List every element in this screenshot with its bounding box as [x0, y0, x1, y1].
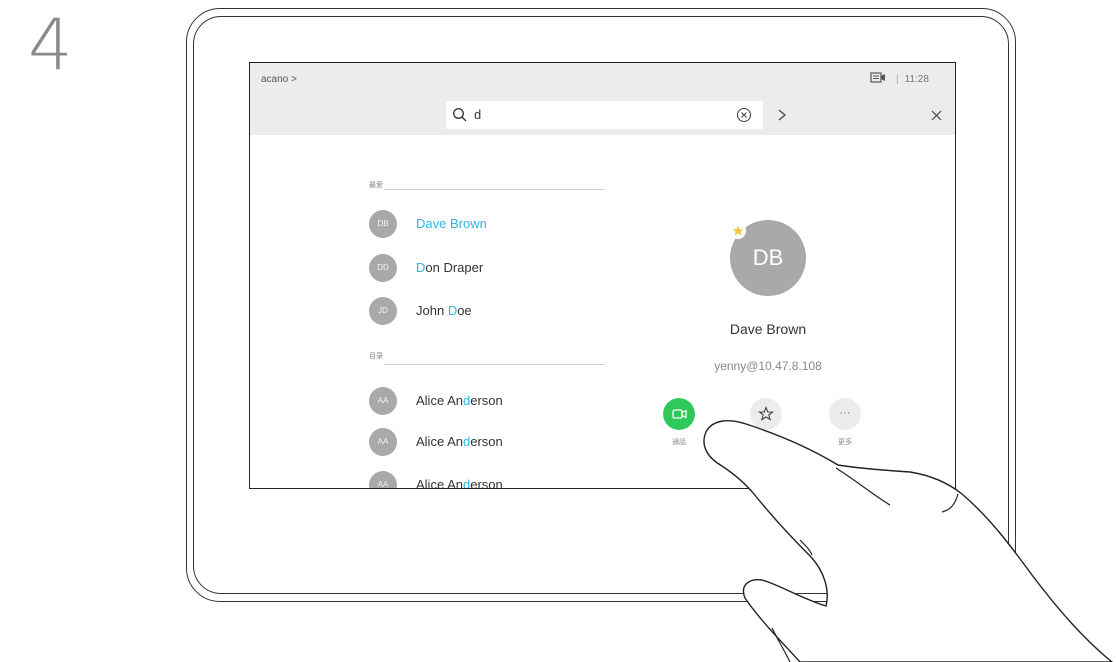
- pointing-hand-illustration: [703, 420, 1114, 662]
